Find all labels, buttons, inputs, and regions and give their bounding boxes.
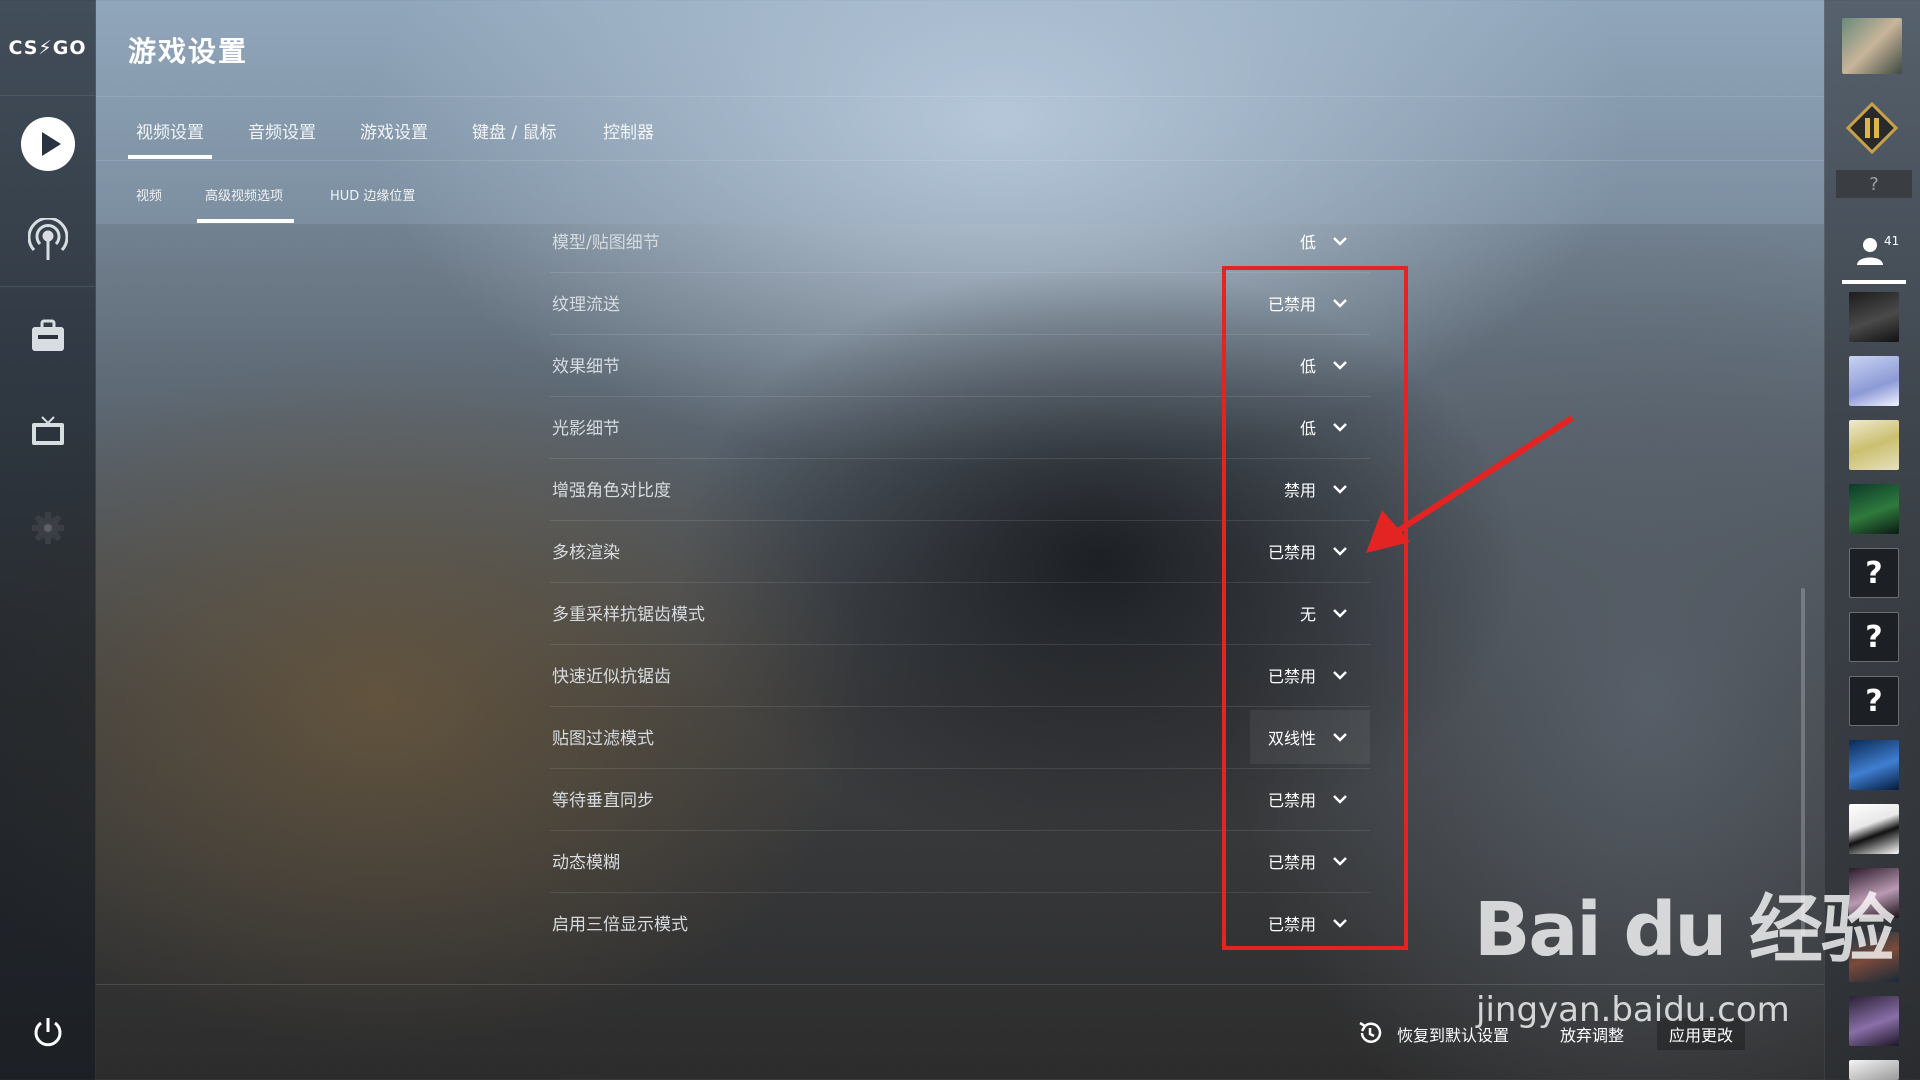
setting-label: 动态模糊 (552, 853, 620, 873)
skill-group-placeholder: ? (1836, 170, 1912, 198)
setting-label: 贴图过滤模式 (552, 729, 654, 749)
tab-keyboard-mouse[interactable]: 键盘 / 鼠标 (472, 118, 557, 143)
annotation-highlight-box (1222, 266, 1408, 950)
friend-avatar[interactable] (1849, 1060, 1899, 1080)
active-subtab-indicator (197, 219, 294, 223)
setting-label: 多重采样抗锯齿模式 (552, 605, 705, 625)
tab-audio-settings[interactable]: 音频设置 (248, 118, 316, 143)
friend-avatar[interactable] (1849, 292, 1899, 342)
footer-divider (96, 984, 1824, 985)
friend-avatar[interactable] (1849, 804, 1899, 854)
csgo-logo[interactable]: CS⚡GO (0, 0, 95, 96)
friend-avatar[interactable] (1849, 484, 1899, 534)
friend-avatar[interactable] (1849, 740, 1899, 790)
play-button[interactable] (0, 104, 95, 184)
setting-label: 增强角色对比度 (552, 481, 671, 501)
settings-button[interactable] (0, 488, 95, 568)
unknown-friend-avatar[interactable]: ? (1849, 612, 1899, 662)
setting-label: 多核渲染 (552, 543, 620, 563)
setting-label: 快速近似抗锯齿 (552, 667, 671, 687)
friend-avatar[interactable] (1849, 420, 1899, 470)
setting-label: 纹理流送 (552, 295, 620, 315)
watermark-logo: Bai du 经验 (1474, 887, 1895, 973)
subtab-advanced-video[interactable]: 高级视频选项 (205, 185, 283, 204)
subtab-video[interactable]: 视频 (136, 185, 162, 204)
setting-dropdown[interactable]: 低 (1250, 214, 1370, 268)
broadcast-button[interactable] (0, 200, 95, 280)
rank-badge-icon[interactable] (1846, 102, 1898, 154)
friend-avatar[interactable] (1849, 996, 1899, 1046)
power-icon (34, 1018, 61, 1047)
tab-game-settings[interactable]: 游戏设置 (360, 118, 428, 143)
history-icon[interactable] (1357, 1020, 1383, 1046)
play-icon (20, 117, 75, 171)
nav-divider (0, 286, 95, 287)
setting-row: 模型/贴图细节 低 (550, 210, 1370, 273)
unknown-friend-avatar[interactable]: ? (1849, 548, 1899, 598)
setting-label: 模型/贴图细节 (552, 233, 660, 253)
setting-label: 等待垂直同步 (552, 791, 654, 811)
watch-button[interactable] (0, 392, 95, 472)
friends-tab[interactable]: 41 (1842, 224, 1906, 284)
power-button[interactable] (0, 992, 95, 1072)
tab-controller[interactable]: 控制器 (603, 118, 654, 143)
page-title: 游戏设置 (128, 35, 249, 68)
profile-avatar[interactable] (1842, 18, 1902, 74)
antenna-icon (27, 218, 68, 260)
inventory-button[interactable] (0, 296, 95, 376)
setting-label: 启用三倍显示模式 (552, 915, 688, 935)
chevron-down-icon (1333, 237, 1347, 246)
subtab-hud-edge[interactable]: HUD 边缘位置 (330, 185, 415, 204)
user-icon (1857, 238, 1883, 265)
friend-avatar[interactable] (1849, 356, 1899, 406)
briefcase-icon (31, 319, 64, 351)
setting-label: 效果细节 (552, 357, 620, 377)
unknown-friend-avatar[interactable]: ? (1849, 676, 1899, 726)
setting-label: 光影细节 (552, 419, 620, 439)
tab-video-settings[interactable]: 视频设置 (136, 118, 204, 143)
gear-icon (31, 512, 64, 544)
watermark-url: jingyan.baidu.com (1476, 990, 1790, 1030)
annotation-arrow-icon (1366, 415, 1574, 553)
friend-count: 41 (1884, 234, 1900, 248)
active-tab-indicator (128, 155, 212, 159)
tabs-bar (96, 96, 1824, 161)
setting-value: 低 (1299, 233, 1316, 252)
tv-icon (31, 416, 64, 445)
